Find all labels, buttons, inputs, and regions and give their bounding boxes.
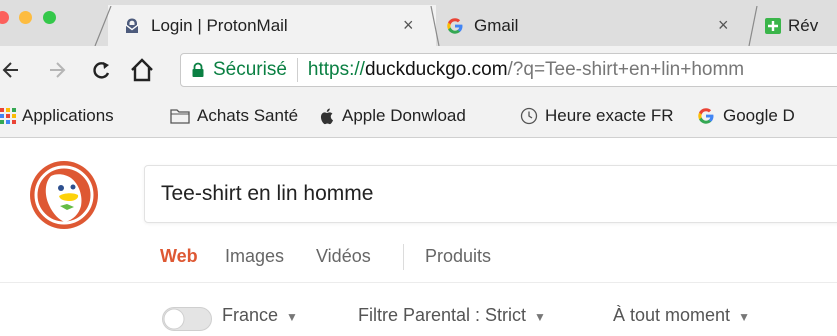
url-host: duckduckgo.com <box>364 59 508 80</box>
tab-edge-icon <box>748 6 758 46</box>
google-icon <box>446 17 464 35</box>
bookmark-label: Google D <box>723 106 795 125</box>
omnibox-divider <box>296 58 298 82</box>
window-maximize-button[interactable] <box>43 11 56 24</box>
bookmark-label: Applications <box>22 106 114 125</box>
lock-icon <box>191 62 205 78</box>
browser-toolbar: Sécurisé https:// duckduckgo.com /?q=Tee… <box>0 46 837 94</box>
reload-icon[interactable] <box>90 56 112 91</box>
region-filter[interactable]: France ▼ <box>222 305 298 326</box>
bookmark-google[interactable]: Google D <box>697 94 795 138</box>
bookmark-label: Heure exacte FR <box>545 106 674 125</box>
tab-title: Rév <box>788 15 819 35</box>
browser-tab-strip: Login | ProtonMail × Gmail × Rév <box>0 0 837 46</box>
forward-arrow-icon[interactable] <box>48 56 66 91</box>
apps-grid-icon <box>0 108 16 124</box>
bookmarks-bar: Applications Achats Santé Apple Donwload… <box>0 94 837 138</box>
apple-icon <box>319 107 335 125</box>
safe-search-filter[interactable]: Filtre Parental : Strict ▼ <box>358 305 546 326</box>
tab-gmail[interactable]: Gmail × <box>446 5 764 46</box>
tab-videos[interactable]: Vidéos <box>316 246 371 267</box>
time-filter[interactable]: À tout moment ▼ <box>613 305 750 326</box>
search-box <box>144 165 837 223</box>
caret-down-icon: ▼ <box>534 310 546 324</box>
protonmail-icon <box>123 17 141 35</box>
window-minimize-button[interactable] <box>19 11 32 24</box>
caret-down-icon: ▼ <box>738 310 750 324</box>
home-icon[interactable] <box>130 56 154 91</box>
tab-images[interactable]: Images <box>225 246 284 267</box>
folder-icon <box>170 108 190 124</box>
tab-web[interactable]: Web <box>160 246 198 267</box>
bookmark-label: Apple Donwload <box>342 106 466 125</box>
tab-close-icon[interactable]: × <box>718 15 729 36</box>
tab-divider <box>403 244 404 270</box>
bookmark-heure-exacte[interactable]: Heure exacte FR <box>520 94 674 138</box>
tab-produits[interactable]: Produits <box>425 246 491 267</box>
secure-label: Sécurisé <box>213 59 287 80</box>
safe-search-label: Filtre Parental : Strict <box>358 305 527 325</box>
window-close-button[interactable] <box>0 11 9 24</box>
clock-icon <box>520 107 538 125</box>
address-bar[interactable]: Sécurisé https:// duckduckgo.com /?q=Tee… <box>180 53 837 87</box>
bookmark-apple-download[interactable]: Apple Donwload <box>319 94 466 138</box>
bookmark-applications[interactable]: Applications <box>0 94 114 138</box>
google-icon <box>697 107 715 125</box>
tab-edge-icon <box>430 6 440 46</box>
url-path: /?q=Tee-shirt+en+lin+homm <box>507 59 745 80</box>
page-content: Web Images Vidéos Produits France ▼ Filtr… <box>0 138 837 336</box>
bookmark-label: Achats Santé <box>197 106 299 125</box>
region-toggle[interactable] <box>162 307 212 331</box>
time-label: À tout moment <box>613 305 731 325</box>
tab-title: Login | ProtonMail <box>151 15 288 35</box>
back-arrow-icon[interactable] <box>2 56 20 91</box>
tab-rev[interactable]: Rév <box>764 5 837 46</box>
search-input[interactable] <box>161 166 837 222</box>
tab-protonmail[interactable]: Login | ProtonMail × <box>108 5 436 46</box>
tab-edge-icon <box>94 6 112 46</box>
caret-down-icon: ▼ <box>286 310 298 324</box>
region-label: France <box>222 305 279 325</box>
duckduckgo-logo-icon[interactable] <box>29 160 99 230</box>
plus-app-icon <box>764 17 782 35</box>
tab-title: Gmail <box>474 15 519 35</box>
header-divider <box>0 282 837 283</box>
bookmark-achats-sante[interactable]: Achats Santé <box>170 94 298 138</box>
url-scheme: https:// <box>307 59 365 80</box>
tab-close-icon[interactable]: × <box>403 15 414 36</box>
